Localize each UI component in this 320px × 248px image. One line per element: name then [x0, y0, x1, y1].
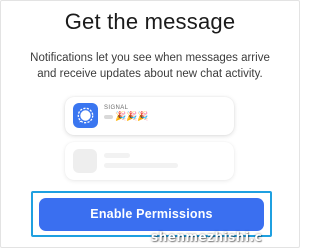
notification-preview-card: SIGNAL 🎉🎉🎉	[65, 97, 234, 135]
description-text: Notifications let you see when messages …	[30, 52, 270, 80]
chat-bubble-icon	[77, 107, 94, 124]
permission-dialog: Get the message Notifications let you se…	[0, 0, 300, 248]
enable-permissions-button[interactable]: Enable Permissions	[39, 198, 264, 231]
placeholder-body-bar	[104, 163, 178, 168]
signal-app-icon	[73, 103, 98, 128]
placeholder-icon	[73, 149, 97, 173]
party-popper-emojis: 🎉🎉🎉	[115, 111, 149, 121]
page-title: Get the message	[64, 9, 236, 34]
message-placeholder-bar	[104, 115, 113, 119]
placeholder-title-bar	[104, 153, 130, 158]
placeholder-notification-card	[65, 142, 234, 180]
